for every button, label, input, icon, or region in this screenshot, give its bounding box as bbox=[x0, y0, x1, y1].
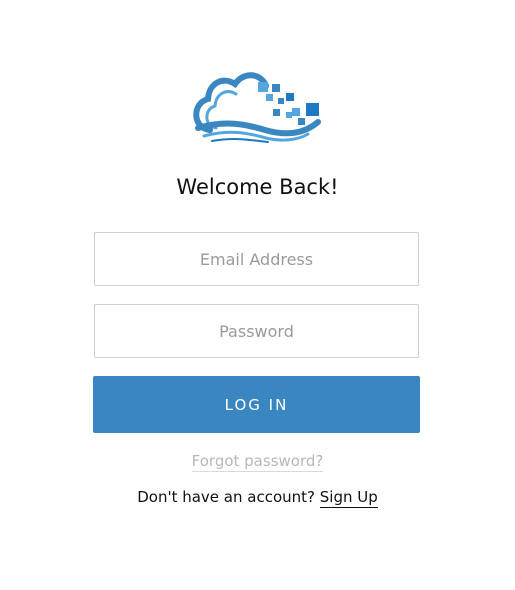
cloud-logo-icon bbox=[190, 70, 322, 146]
no-account-text: Don't have an account? bbox=[137, 488, 315, 506]
email-field[interactable] bbox=[94, 232, 419, 286]
page-title: Welcome Back! bbox=[176, 175, 339, 199]
password-field[interactable] bbox=[94, 304, 419, 358]
signup-prompt: Don't have an account? Sign Up bbox=[0, 487, 515, 508]
forgot-password-link[interactable]: Forgot password? bbox=[191, 452, 324, 472]
forgot-password-row: Forgot password? bbox=[0, 451, 515, 472]
login-button[interactable]: LOG IN bbox=[93, 376, 420, 433]
sign-up-link[interactable]: Sign Up bbox=[319, 488, 378, 508]
login-page: Welcome Back! LOG IN Forgot password? Do… bbox=[0, 0, 515, 590]
